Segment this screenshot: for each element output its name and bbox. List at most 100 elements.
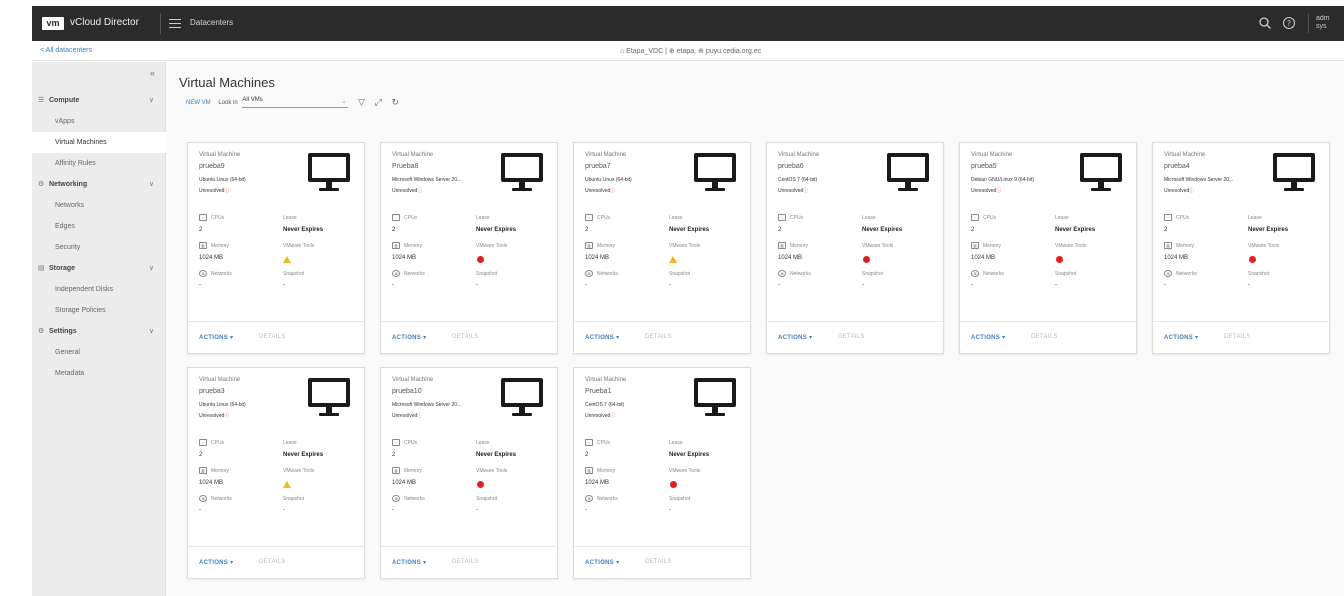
vmware-tools-label: VMware Tools (1055, 243, 1087, 249)
actions-button[interactable]: ACTIONS ▾ (199, 334, 233, 341)
sidebar-item-metadata[interactable]: Metadata (32, 363, 166, 384)
vm-name[interactable]: prueba3 (199, 388, 225, 395)
sidebar-item-general[interactable]: General (32, 342, 166, 363)
details-button[interactable]: DETAILS (452, 559, 479, 565)
cpus-value: 2 (778, 227, 782, 233)
details-button[interactable]: DETAILS (1031, 334, 1058, 340)
help-icon[interactable]: ? (1282, 16, 1302, 30)
vm-status-text: Unresolved (199, 188, 225, 194)
cpus-label: CPUs (597, 215, 611, 221)
error-icon (670, 481, 677, 488)
vm-status-text: Unresolved (585, 413, 611, 419)
vm-name[interactable]: prueba10 (392, 388, 422, 395)
top-header: vm vCloud Director Datacenters ? adm sys (32, 6, 1344, 41)
details-button[interactable]: DETAILS (645, 559, 672, 565)
vm-card[interactable]: Virtual Machine Prueba1 CentOS 7 (64-bit) U… (573, 367, 751, 579)
vm-name[interactable]: prueba4 (1164, 163, 1190, 170)
memory-icon: ▥ (971, 242, 979, 249)
details-button[interactable]: DETAILS (1224, 334, 1251, 340)
sidebar-item-virtual-machines[interactable]: Virtual Machines (32, 132, 166, 153)
info-icon: ⓘ (803, 188, 809, 194)
chevron-down-icon: ∨ (148, 328, 154, 335)
snapshot-value: - (283, 282, 285, 288)
networks-label: Networks (404, 496, 425, 502)
details-button[interactable]: DETAILS (838, 334, 865, 340)
collapse-sidebar-icon[interactable]: « (150, 68, 155, 78)
actions-button[interactable]: ACTIONS ▾ (778, 334, 812, 341)
vm-type-label: Virtual Machine (392, 152, 434, 158)
vm-name[interactable]: prueba5 (971, 163, 997, 170)
actions-button[interactable]: ACTIONS ▾ (585, 334, 619, 341)
snapshot-label: Snapshot (476, 496, 498, 502)
warning-icon (669, 256, 677, 263)
vm-card[interactable]: Virtual Machine prueba10 Microsoft Windows… (380, 367, 558, 579)
networks-label: Networks (983, 271, 1004, 277)
help-circle-icon: ? (1282, 16, 1296, 30)
vm-os: Microsoft Windows Server 20... (392, 177, 462, 183)
sidebar-item-vapps[interactable]: vApps (32, 111, 166, 132)
sidebar-item-security[interactable]: Security (32, 237, 166, 258)
networks-value: - (778, 282, 780, 288)
networks-label: Networks (597, 271, 618, 277)
cpus-value: 2 (199, 227, 203, 233)
actions-button[interactable]: ACTIONS ▾ (971, 334, 1005, 341)
vm-card[interactable]: Virtual Machine prueba7 Ubuntu Linux (64-b… (573, 142, 751, 354)
memory-value: 1024 MB (1164, 255, 1189, 261)
vm-card[interactable]: Virtual Machine prueba4 Microsoft Windows … (1152, 142, 1330, 354)
menu-icon[interactable] (169, 19, 181, 28)
sidebar-item-edges[interactable]: Edges (32, 216, 166, 237)
filter-icon[interactable]: ▽ (358, 97, 365, 108)
vm-name[interactable]: Prueba8 (392, 163, 418, 170)
details-button[interactable]: DETAILS (259, 559, 286, 565)
actions-button[interactable]: ACTIONS ▾ (392, 334, 426, 341)
search-icon[interactable] (1258, 16, 1272, 30)
vm-card[interactable]: Virtual Machine prueba6 CentOS 7 (64-bit) U… (766, 142, 944, 354)
vm-status: Unresolvedⓘ (585, 187, 615, 194)
info-icon: ⓘ (417, 413, 423, 419)
expand-icon[interactable]: ⤢ (375, 97, 382, 108)
vmware-tools-label: VMware Tools (669, 468, 701, 474)
actions-button[interactable]: ACTIONS ▾ (392, 559, 426, 566)
actions-button[interactable]: ACTIONS ▾ (199, 559, 233, 566)
actions-button[interactable]: ACTIONS ▾ (1164, 334, 1198, 341)
sidebar-item-networks[interactable]: Networks (32, 195, 166, 216)
vm-name[interactable]: prueba9 (199, 163, 225, 170)
vm-status-text: Unresolved (778, 188, 804, 194)
sidebar-item-storage-policies[interactable]: Storage Policies (32, 300, 166, 321)
cpus-label: CPUs (1176, 215, 1190, 221)
app-title[interactable]: vCloud Director (70, 17, 139, 28)
vmware-tools-label: VMware Tools (669, 243, 701, 249)
vm-card[interactable]: Virtual Machine prueba5 Debian GNU/Linux 9… (959, 142, 1137, 354)
cpu-icon: ▫ (585, 439, 593, 446)
details-button[interactable]: DETAILS (259, 334, 286, 340)
user-menu[interactable]: adm sys (1316, 15, 1340, 31)
sidebar-item-affinity-rules[interactable]: Affinity Rules (32, 153, 166, 174)
vm-name[interactable]: Prueba1 (585, 388, 611, 395)
all-datacenters-link[interactable]: < All datacenters (40, 47, 92, 54)
details-button[interactable]: DETAILS (452, 334, 479, 340)
nav-group-compute[interactable]: ☰ Compute ∨ (32, 90, 166, 111)
sidebar-item-independent-disks[interactable]: Independent Disks (32, 279, 166, 300)
actions-button[interactable]: ACTIONS ▾ (585, 559, 619, 566)
cpu-icon: ☰ (38, 97, 45, 104)
vm-card[interactable]: Virtual Machine prueba3 Ubuntu Linux (64-b… (187, 367, 365, 579)
vm-name[interactable]: prueba7 (585, 163, 611, 170)
sidebar: « ☰ Compute ∨ vApps Virtual Machines Affi… (32, 62, 166, 596)
snapshot-value: - (476, 507, 478, 513)
refresh-icon[interactable]: ↻ (392, 97, 400, 108)
vm-name[interactable]: prueba6 (778, 163, 804, 170)
vm-card[interactable]: Virtual Machine Prueba8 Microsoft Windows … (380, 142, 558, 354)
networks-value: - (199, 282, 201, 288)
vmware-tools-label: VMware Tools (283, 468, 315, 474)
monitor-icon (885, 151, 931, 193)
new-vm-button[interactable]: NEW VM (186, 100, 211, 106)
nav-group-settings[interactable]: ⚙ Settings ∨ (32, 321, 166, 342)
details-button[interactable]: DETAILS (645, 334, 672, 340)
info-icon: ⓘ (224, 188, 230, 194)
networks-value: - (585, 282, 587, 288)
vm-card[interactable]: Virtual Machine prueba9 Ubuntu Linux (64-b… (187, 142, 365, 354)
look-in-select[interactable]: All VMs ⌄ (242, 97, 349, 108)
nav-group-storage[interactable]: ▤ Storage ∨ (32, 258, 166, 279)
header-section-label[interactable]: Datacenters (190, 18, 233, 27)
nav-group-networking[interactable]: ⚙ Networking ∨ (32, 174, 166, 195)
